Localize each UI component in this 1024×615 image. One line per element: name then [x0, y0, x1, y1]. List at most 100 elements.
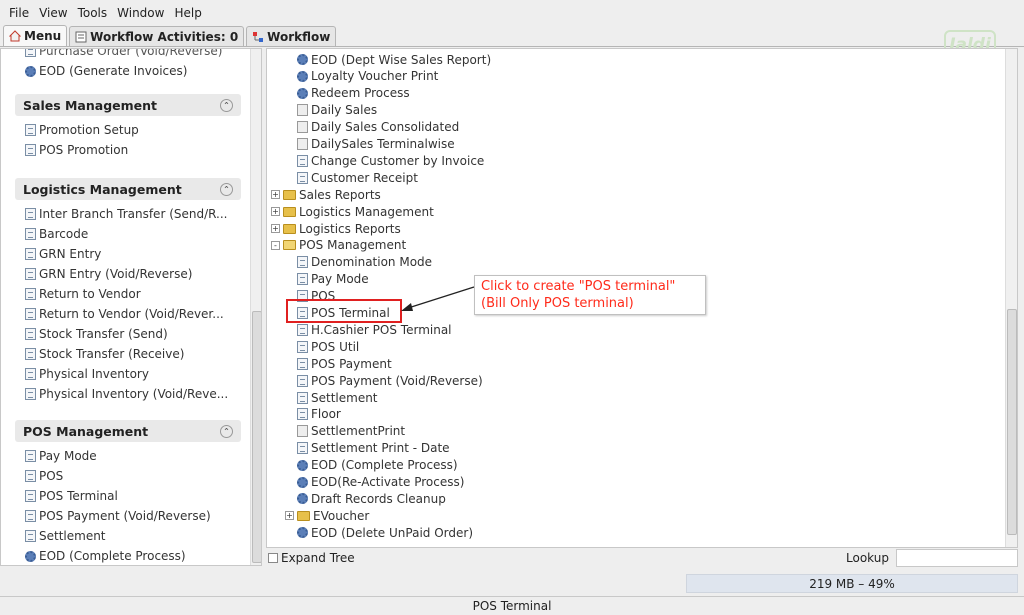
- document-icon: [25, 228, 36, 240]
- list-item[interactable]: Physical Inventory: [15, 364, 241, 384]
- collapse-icon[interactable]: ⌃: [220, 182, 233, 196]
- report-icon: [297, 104, 308, 117]
- collapse-icon[interactable]: ⌃: [220, 98, 233, 112]
- list-item[interactable]: EOD (Complete Process): [15, 546, 241, 565]
- section-sales-management: Sales Management ⌃ Promotion Setup POS Pr…: [15, 94, 241, 160]
- list-item[interactable]: Return to Vendor (Void/Rever...: [15, 304, 241, 324]
- tree-item[interactable]: Change Customer by Invoice: [297, 152, 484, 169]
- tree-item-label: Daily Sales Consolidated: [311, 120, 460, 135]
- section-header[interactable]: Logistics Management ⌃: [15, 178, 241, 200]
- list-item[interactable]: Physical Inventory (Void/Reve...: [15, 384, 241, 404]
- tree-footer: Expand Tree Lookup: [266, 548, 1018, 568]
- list-item[interactable]: Stock Transfer (Send): [15, 324, 241, 344]
- gear-icon: [297, 70, 308, 82]
- tree-item[interactable]: SettlementPrint: [297, 423, 405, 440]
- expand-icon[interactable]: +: [271, 224, 280, 233]
- tree-item[interactable]: EOD (Dept Wise Sales Report): [297, 51, 491, 68]
- list-item[interactable]: Barcode: [15, 224, 241, 244]
- menu-help[interactable]: Help: [169, 6, 206, 20]
- tree-item[interactable]: Floor: [297, 406, 341, 423]
- expand-icon[interactable]: +: [271, 190, 280, 200]
- lookup-input[interactable]: [896, 549, 1018, 567]
- list-item[interactable]: Inter Branch Transfer (Send/R...: [15, 204, 241, 224]
- list-item[interactable]: POS Payment (Void/Reverse): [15, 506, 241, 526]
- expand-icon[interactable]: +: [285, 511, 294, 521]
- gear-icon: [297, 527, 308, 539]
- report-icon: [297, 425, 308, 438]
- tree-item[interactable]: Pay Mode: [297, 271, 369, 288]
- list-item[interactable]: GRN Entry (Void/Reverse): [15, 264, 241, 284]
- list-item[interactable]: POS Terminal: [15, 486, 241, 506]
- list-item[interactable]: Purchase Order (Void/Reverse): [15, 49, 241, 61]
- tree-item[interactable]: Redeem Process: [297, 85, 410, 102]
- section-header[interactable]: Sales Management ⌃: [15, 94, 241, 116]
- tab-menu[interactable]: Menu: [3, 25, 68, 46]
- tree-item-label: Customer Receipt: [311, 170, 418, 185]
- document-icon: [25, 248, 36, 260]
- tree-item[interactable]: H.Cashier POS Terminal: [297, 321, 452, 338]
- tree-item[interactable]: + Logistics Management: [271, 203, 434, 220]
- tree-item[interactable]: Draft Records Cleanup: [297, 490, 446, 507]
- document-icon: [25, 144, 36, 156]
- section-header[interactable]: POS Management ⌃: [15, 420, 241, 442]
- tree-item[interactable]: POS Payment (Void/Reverse): [297, 372, 483, 389]
- expand-tree-checkbox[interactable]: [268, 553, 278, 563]
- list-item[interactable]: Settlement: [15, 526, 241, 546]
- menu-window[interactable]: Window: [112, 6, 169, 20]
- folder-icon: [283, 206, 296, 217]
- list-item[interactable]: POS Promotion: [15, 140, 241, 160]
- tab-workflow[interactable]: Workflow: [246, 26, 337, 46]
- tree-item[interactable]: Settlement Print - Date: [297, 440, 450, 457]
- document-icon: [297, 323, 308, 336]
- section-logistics-management: Logistics Management ⌃ Inter Branch Trans…: [15, 178, 241, 404]
- tree-item[interactable]: - POS Management: [271, 237, 406, 254]
- document-icon: [297, 374, 308, 387]
- left-scrollbar-thumb[interactable]: [252, 311, 261, 563]
- document-icon: [25, 308, 36, 320]
- tree-item[interactable]: DailySales Terminalwise: [297, 136, 455, 153]
- list-item[interactable]: EOD (Generate Invoices): [15, 61, 241, 81]
- list-item[interactable]: Stock Transfer (Receive): [15, 344, 241, 364]
- list-item[interactable]: GRN Entry: [15, 244, 241, 264]
- list-item[interactable]: Promotion Setup: [15, 120, 241, 140]
- tree-item[interactable]: + Logistics Reports: [271, 220, 401, 237]
- tree-item[interactable]: EOD (Delete UnPaid Order): [297, 524, 473, 541]
- tree-item-label: Draft Records Cleanup: [311, 491, 446, 506]
- tree-item[interactable]: Customer Receipt: [297, 169, 418, 186]
- tree-scrollbar[interactable]: [1005, 49, 1017, 547]
- tree-item[interactable]: + EVoucher: [285, 507, 369, 524]
- tree-scrollbar-thumb[interactable]: [1007, 309, 1017, 535]
- document-icon: [25, 49, 36, 57]
- list-item[interactable]: POS: [15, 466, 241, 486]
- menu-file[interactable]: File: [4, 6, 34, 20]
- tab-bar: Menu Workflow Activities: 0 Workflow: [0, 25, 1024, 47]
- tree-item[interactable]: Settlement: [297, 389, 378, 406]
- tree-item-label: Floor: [311, 407, 341, 422]
- menu-tools[interactable]: Tools: [73, 6, 113, 20]
- collapse-icon[interactable]: -: [271, 240, 280, 250]
- tree-item[interactable]: + Sales Reports: [271, 186, 381, 203]
- document-icon: [25, 348, 36, 360]
- memory-indicator[interactable]: 219 MB – 49%: [686, 574, 1018, 593]
- expand-icon[interactable]: +: [271, 207, 280, 217]
- tree-item[interactable]: EOD(Re-Activate Process): [297, 474, 464, 491]
- tree-item-label: Denomination Mode: [311, 255, 433, 270]
- tab-workflow-activities-label: Workflow Activities: 0: [90, 29, 239, 44]
- tab-workflow-activities[interactable]: Workflow Activities: 0: [69, 26, 245, 46]
- left-scrollbar[interactable]: [250, 49, 261, 565]
- tree-item[interactable]: EOD (Complete Process): [297, 457, 458, 474]
- list-item[interactable]: Return to Vendor: [15, 284, 241, 304]
- tree-item[interactable]: POS Payment: [297, 355, 392, 372]
- list-item[interactable]: Pay Mode: [15, 446, 241, 466]
- tree-item[interactable]: POS Util: [297, 338, 359, 355]
- tree-item[interactable]: Daily Sales: [297, 102, 377, 119]
- collapse-icon[interactable]: ⌃: [220, 424, 233, 438]
- tree-item[interactable]: Loyalty Voucher Print: [297, 68, 438, 85]
- tree-item-label: Daily Sales: [311, 103, 378, 118]
- tree-item[interactable]: Daily Sales Consolidated: [297, 119, 459, 136]
- expand-tree-label[interactable]: Expand Tree: [281, 551, 355, 565]
- menu-view[interactable]: View: [34, 6, 72, 20]
- gear-icon: [297, 493, 308, 505]
- tree-item-label: Loyalty Voucher Print: [311, 69, 439, 84]
- tree-item[interactable]: Denomination Mode: [297, 254, 432, 271]
